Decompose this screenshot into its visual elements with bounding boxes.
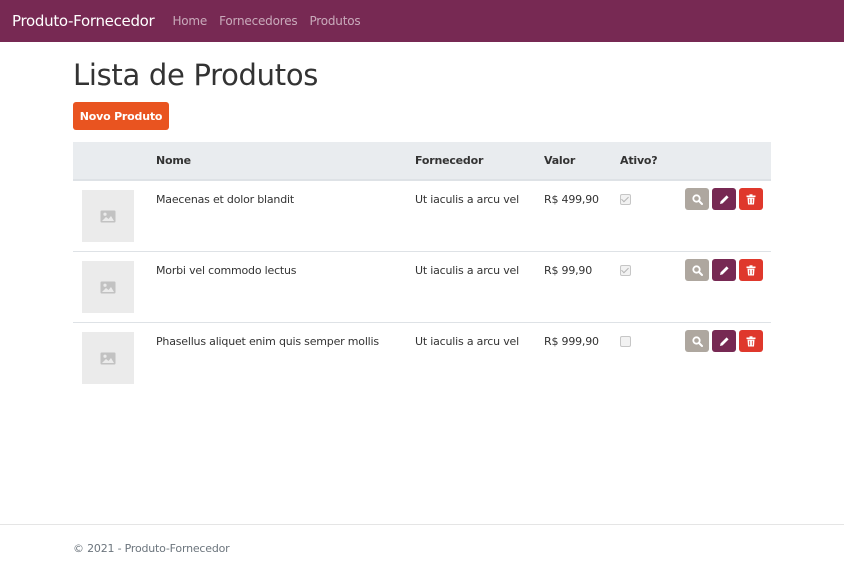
cell-fornecedor: Ut iaculis a arcu vel bbox=[415, 335, 519, 348]
table-row: Morbi vel commodo lectus Ut iaculis a ar… bbox=[73, 251, 771, 323]
pencil-icon bbox=[719, 265, 729, 275]
new-product-button[interactable]: Novo Produto bbox=[73, 102, 169, 130]
page-title: Lista de Produtos bbox=[73, 58, 319, 92]
trash-icon bbox=[746, 335, 756, 346]
active-checkbox bbox=[620, 265, 631, 276]
search-icon bbox=[691, 335, 703, 347]
image-placeholder-icon bbox=[100, 210, 116, 222]
delete-button[interactable] bbox=[739, 259, 763, 281]
row-actions bbox=[685, 188, 771, 210]
active-checkbox bbox=[620, 336, 631, 347]
products-table: Nome Fornecedor Valor Ativo? Maecenas et… bbox=[73, 142, 771, 394]
navbar: Produto-Fornecedor Home Fornecedores Pro… bbox=[0, 0, 844, 42]
trash-icon bbox=[746, 264, 756, 275]
view-button[interactable] bbox=[685, 188, 709, 210]
cell-valor: R$ 499,90 bbox=[535, 180, 611, 252]
cell-nome: Phasellus aliquet enim quis semper molli… bbox=[156, 335, 379, 348]
edit-button[interactable] bbox=[712, 259, 736, 281]
header-ativo: Ativo? bbox=[611, 142, 676, 181]
row-actions bbox=[685, 330, 771, 352]
product-thumbnail bbox=[82, 332, 134, 384]
table-row: Maecenas et dolor blandit Ut iaculis a a… bbox=[73, 180, 771, 252]
delete-button[interactable] bbox=[739, 188, 763, 210]
product-thumbnail bbox=[82, 261, 134, 313]
edit-button[interactable] bbox=[712, 188, 736, 210]
navbar-brand[interactable]: Produto-Fornecedor bbox=[12, 12, 155, 30]
view-button[interactable] bbox=[685, 259, 709, 281]
nav-link-fornecedores[interactable]: Fornecedores bbox=[219, 14, 298, 28]
cell-fornecedor: Ut iaculis a arcu vel bbox=[406, 251, 535, 323]
cell-valor: R$ 99,90 bbox=[535, 251, 611, 323]
trash-icon bbox=[746, 193, 756, 204]
header-image bbox=[73, 142, 147, 181]
image-placeholder-icon bbox=[100, 281, 116, 293]
footer-copyright: © 2021 - Produto-Fornecedor bbox=[73, 542, 230, 555]
cell-nome: Maecenas et dolor blandit bbox=[147, 180, 406, 252]
edit-button[interactable] bbox=[712, 330, 736, 352]
product-thumbnail bbox=[82, 190, 134, 242]
search-icon bbox=[691, 264, 703, 276]
active-checkbox bbox=[620, 194, 631, 205]
pencil-icon bbox=[719, 336, 729, 346]
header-actions bbox=[676, 142, 771, 181]
row-actions bbox=[685, 259, 771, 281]
nav-links: Home Fornecedores Produtos bbox=[172, 14, 372, 28]
footer: © 2021 - Produto-Fornecedor bbox=[0, 524, 844, 570]
cell-valor: R$ 999,90 bbox=[544, 335, 599, 348]
search-icon bbox=[691, 193, 703, 205]
nav-link-home[interactable]: Home bbox=[172, 14, 207, 28]
header-fornecedor: Fornecedor bbox=[406, 142, 535, 181]
cell-nome: Morbi vel commodo lectus bbox=[147, 251, 406, 323]
cell-fornecedor: Ut iaculis a arcu vel bbox=[406, 180, 535, 252]
table-header-row: Nome Fornecedor Valor Ativo? bbox=[73, 142, 771, 181]
delete-button[interactable] bbox=[739, 330, 763, 352]
nav-link-produtos[interactable]: Produtos bbox=[309, 14, 360, 28]
image-placeholder-icon bbox=[100, 352, 116, 364]
table-row: Phasellus aliquet enim quis semper molli… bbox=[73, 323, 771, 394]
header-valor: Valor bbox=[535, 142, 611, 181]
pencil-icon bbox=[719, 194, 729, 204]
view-button[interactable] bbox=[685, 330, 709, 352]
header-nome: Nome bbox=[147, 142, 406, 181]
